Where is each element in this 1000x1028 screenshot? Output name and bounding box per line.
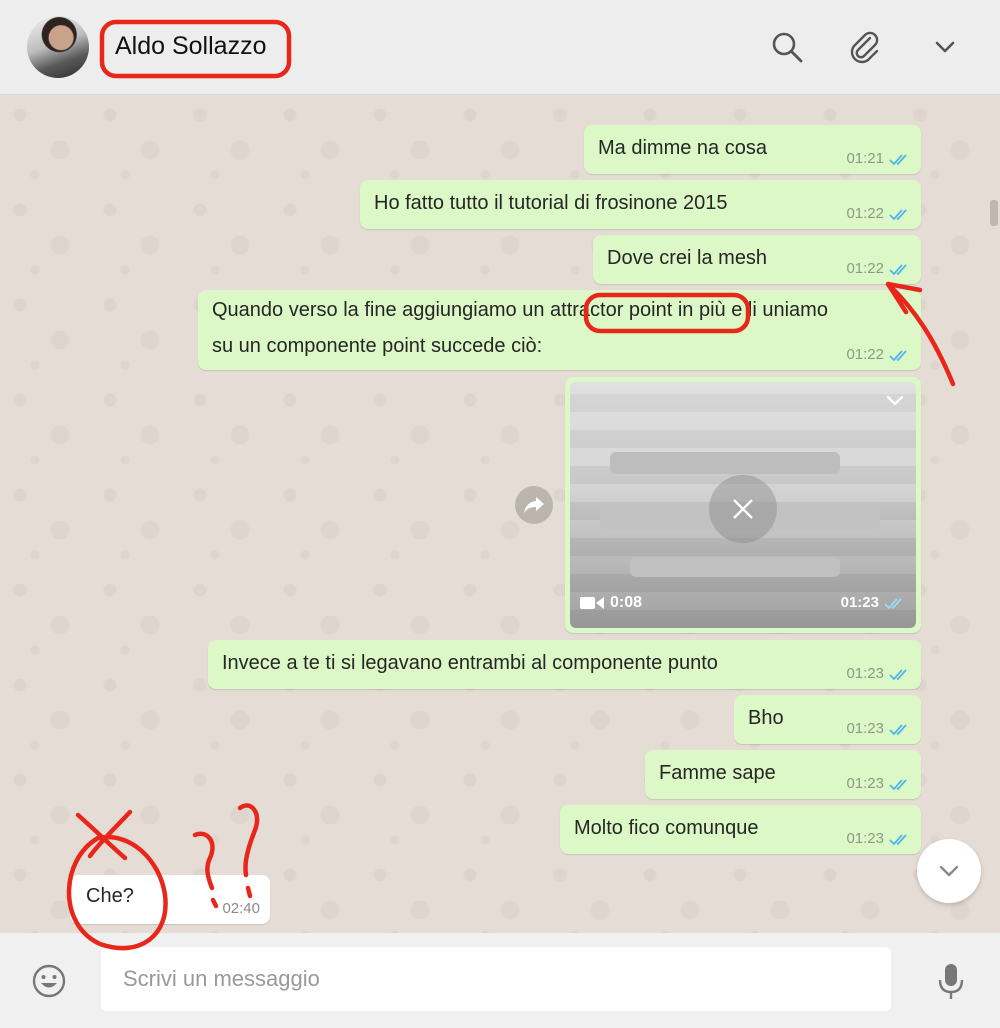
video-message[interactable]: 0:08 01:23 <box>565 377 921 633</box>
message-time: 01:23 <box>846 830 884 847</box>
cancel-download-button[interactable] <box>709 475 777 543</box>
message-bubble[interactable]: Ho fatto tutto il tutorial di frosinone … <box>360 180 921 229</box>
read-ticks-icon <box>889 833 907 845</box>
message-text: Quando verso la fine aggiungiamo un attr… <box>212 299 828 357</box>
message-time: 01:22 <box>846 346 884 363</box>
search-icon[interactable] <box>770 30 804 64</box>
microphone-icon[interactable] <box>937 962 965 1002</box>
message-text: Molto fico comunque <box>574 817 759 839</box>
message-bubble[interactable]: Famme sape 01:23 <box>645 750 921 799</box>
read-ticks-icon <box>889 668 907 680</box>
message-time: 02:40 <box>222 900 260 917</box>
read-ticks-icon <box>889 349 907 361</box>
message-time: 01:23 <box>840 594 879 611</box>
message-time: 01:23 <box>846 665 884 682</box>
incoming-message-bubble[interactable]: Che? 02:40 <box>70 875 270 924</box>
contact-avatar[interactable] <box>27 16 89 78</box>
read-ticks-icon <box>889 263 907 275</box>
message-text: Dove crei la mesh <box>607 247 768 269</box>
message-time: 01:23 <box>846 775 884 792</box>
read-ticks-icon <box>889 778 907 790</box>
message-time: 01:22 <box>846 260 884 277</box>
message-bubble[interactable]: Molto fico comunque 01:23 <box>560 805 921 854</box>
emoji-icon[interactable] <box>31 963 67 999</box>
message-bubble[interactable]: Ma dimme na cosa 01:21 <box>584 125 921 174</box>
video-camera-icon <box>580 597 604 609</box>
chevron-down-icon <box>939 865 959 877</box>
message-menu-chevron-icon[interactable] <box>884 394 906 408</box>
forward-button[interactable] <box>515 486 553 524</box>
forward-arrow-icon <box>524 497 544 514</box>
message-bubble[interactable]: Bho 01:23 <box>734 695 921 744</box>
message-time: 01:22 <box>846 205 884 222</box>
close-icon <box>733 499 753 519</box>
message-text: Famme sape <box>659 762 776 784</box>
message-time: 01:21 <box>846 150 884 167</box>
message-text: Ma dimme na cosa <box>598 137 767 159</box>
contact-name[interactable]: Aldo Sollazzo <box>115 32 266 61</box>
chevron-down-icon[interactable] <box>928 30 962 64</box>
video-thumbnail[interactable]: 0:08 01:23 <box>570 382 916 628</box>
read-ticks-icon <box>884 597 902 609</box>
message-bubble[interactable]: Dove crei la mesh 01:22 <box>593 235 921 284</box>
video-duration: 0:08 <box>610 594 643 611</box>
paperclip-icon[interactable] <box>848 30 882 64</box>
scroll-to-bottom-button[interactable] <box>917 839 981 903</box>
message-text: Che? <box>86 885 134 907</box>
message-time: 01:23 <box>846 720 884 737</box>
scrollbar-thumb[interactable] <box>990 200 998 226</box>
message-text: Invece a te ti si legavano entrambi al c… <box>222 652 718 674</box>
message-input[interactable] <box>101 947 891 1011</box>
message-text: Bho <box>748 707 784 729</box>
message-bubble[interactable]: Invece a te ti si legavano entrambi al c… <box>208 640 921 689</box>
message-bubble[interactable]: Quando verso la fine aggiungiamo un attr… <box>198 290 921 370</box>
message-text: Ho fatto tutto il tutorial di frosinone … <box>374 192 728 214</box>
message-list[interactable]: Ma dimme na cosa 01:21 Ho fatto tutto il… <box>0 95 1000 933</box>
read-ticks-icon <box>889 208 907 220</box>
chat-header: Aldo Sollazzo <box>0 0 1000 95</box>
read-ticks-icon <box>889 153 907 165</box>
read-ticks-icon <box>889 723 907 735</box>
